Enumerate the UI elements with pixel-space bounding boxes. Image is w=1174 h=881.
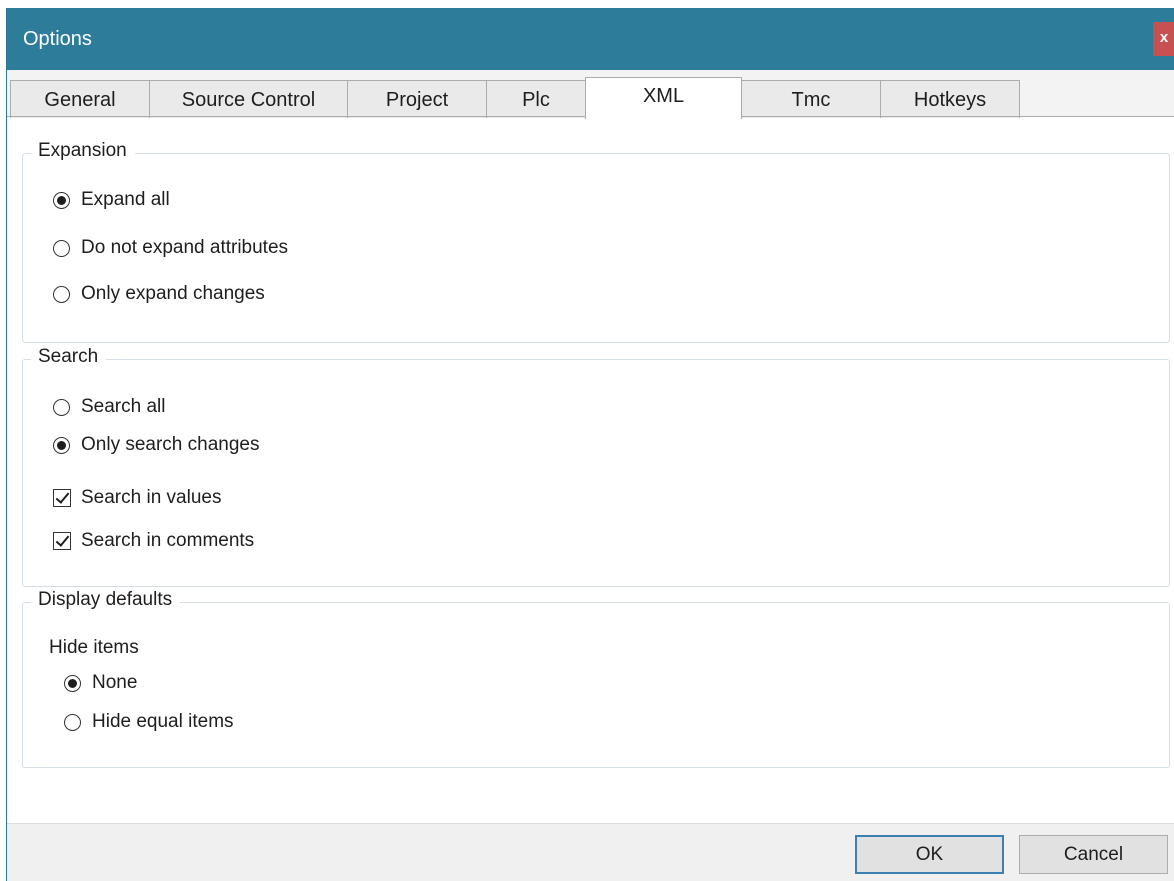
hide-none-radio[interactable]: None — [64, 670, 137, 696]
radio-selected-icon — [53, 436, 70, 454]
option-label: Search in values — [81, 487, 222, 508]
tab-xml[interactable]: XML — [585, 77, 742, 119]
tab-tmc[interactable]: Tmc — [741, 80, 881, 118]
search-legend: Search — [31, 346, 107, 368]
display-defaults-legend: Display defaults — [31, 589, 181, 611]
radio-icon — [64, 713, 81, 731]
option-label: Only expand changes — [81, 283, 265, 304]
radio-selected-icon — [64, 674, 81, 692]
tab-project[interactable]: Project — [347, 80, 487, 118]
checkmark-icon — [53, 532, 71, 550]
cancel-button[interactable]: Cancel — [1019, 835, 1168, 874]
expand-all-radio[interactable]: Expand all — [53, 187, 170, 213]
close-button[interactable]: x — [1153, 22, 1174, 56]
tab-hotkeys[interactable]: Hotkeys — [880, 80, 1020, 118]
dialog-title: Options — [23, 28, 92, 50]
tab-plc[interactable]: Plc — [486, 80, 586, 118]
option-label: Hide equal items — [92, 711, 234, 732]
option-label: Search all — [81, 396, 166, 417]
expansion-legend: Expansion — [31, 140, 135, 162]
tab-source-control[interactable]: Source Control — [149, 80, 348, 118]
expansion-group: Expansion Expand all Do not expand attri… — [22, 140, 1170, 343]
do-not-expand-attributes-radio[interactable]: Do not expand attributes — [53, 235, 288, 261]
search-in-comments-checkbox[interactable]: Search in comments — [53, 528, 254, 554]
radio-icon — [53, 239, 70, 257]
option-label: None — [92, 672, 138, 693]
hide-equal-items-radio[interactable]: Hide equal items — [64, 709, 234, 735]
tab-general[interactable]: General — [10, 80, 150, 118]
radio-icon — [53, 398, 70, 416]
radio-icon — [53, 285, 70, 303]
dialog-footer: OK Cancel — [7, 823, 1174, 881]
title-bar[interactable]: Options x — [7, 8, 1174, 70]
checkmark-icon — [53, 489, 71, 507]
only-expand-changes-radio[interactable]: Only expand changes — [53, 281, 265, 307]
option-label: Expand all — [81, 189, 170, 210]
hide-items-label: Hide items — [49, 637, 139, 658]
option-label: Do not expand attributes — [81, 237, 289, 258]
search-in-values-checkbox[interactable]: Search in values — [53, 485, 221, 511]
option-label: Search in comments — [81, 530, 255, 551]
only-search-changes-radio[interactable]: Only search changes — [53, 432, 260, 458]
display-defaults-group: Display defaults Hide items None Hide eq… — [22, 589, 1170, 768]
search-group: Search Search all Only search changes Se… — [22, 346, 1170, 587]
radio-selected-icon — [53, 191, 70, 209]
tab-strip: General Source Control Project Plc XML T… — [7, 70, 1174, 119]
search-all-radio[interactable]: Search all — [53, 394, 166, 420]
option-label: Only search changes — [81, 434, 260, 455]
ok-button[interactable]: OK — [855, 835, 1004, 874]
options-dialog: Options x General Source Control Project… — [6, 8, 1174, 881]
